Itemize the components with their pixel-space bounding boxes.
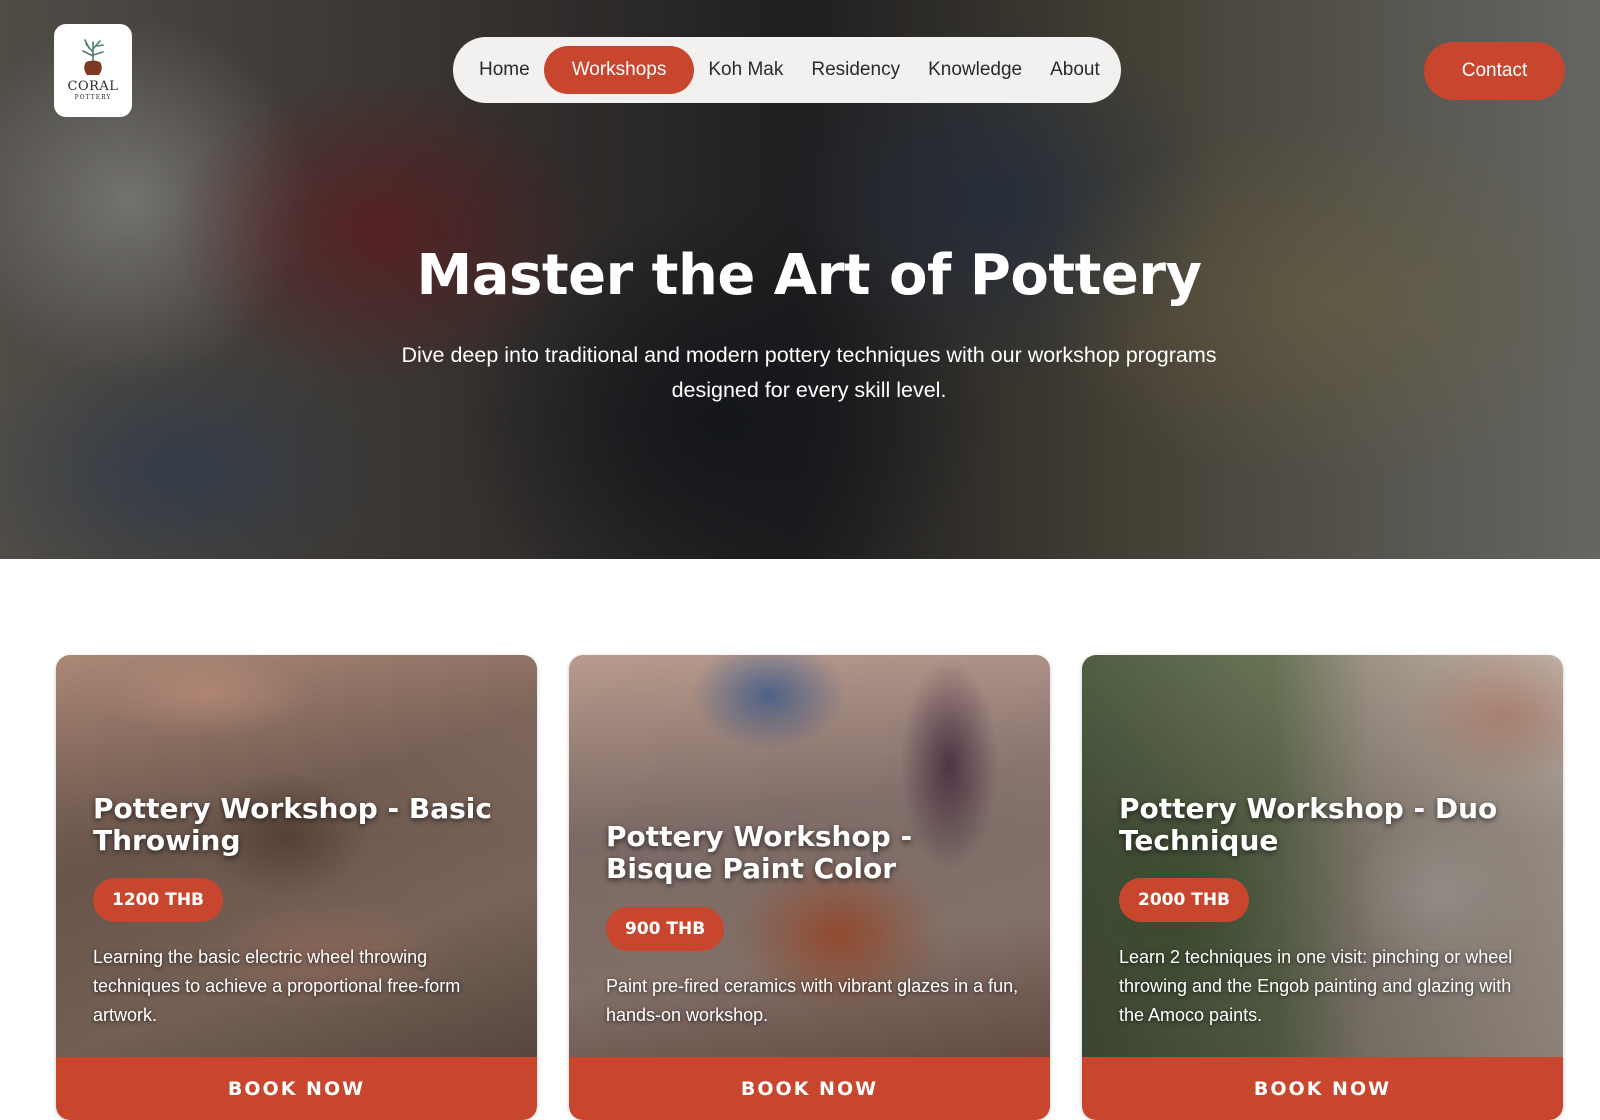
nav-item-workshops[interactable]: Workshops [543,46,695,94]
nav-item-residency[interactable]: Residency [797,46,914,94]
site-logo[interactable]: CORAL POTTERY [54,24,132,117]
workshop-description: Learn 2 techniques in one visit: pinchin… [1119,947,1513,1025]
workshop-description: Learning the basic electric wheel throwi… [93,947,461,1025]
workshop-card-duo-technique: Pottery Workshop - Duo Technique 2000 TH… [1082,655,1563,1120]
hero-subtitle: Dive deep into traditional and modern po… [401,343,1217,402]
book-now-button[interactable]: BOOK NOW [1082,1057,1563,1120]
book-now-button[interactable]: BOOK NOW [569,1057,1050,1120]
workshop-description: Paint pre-fired ceramics with vibrant gl… [606,976,1019,1025]
coral-vase-icon [82,39,104,75]
price-badge: 1200 THB [93,878,224,922]
workshop-card-basic-throwing: Pottery Workshop - Basic Throwing 1200 T… [56,655,537,1120]
nav-item-about[interactable]: About [1036,46,1114,94]
contact-button[interactable]: Contact [1424,42,1565,100]
logo-subtitle: POTTERY [74,94,112,101]
nav-item-koh-mak[interactable]: Koh Mak [694,46,797,94]
book-now-button[interactable]: BOOK NOW [56,1057,537,1120]
main-nav: Home Workshops Koh Mak Residency Knowled… [453,37,1121,103]
workshop-title: Pottery Workshop - Bisque Paint Color [606,820,913,885]
nav-item-home[interactable]: Home [465,46,544,94]
price-badge: 900 THB [606,907,725,951]
logo-wordmark: CORAL [67,79,119,94]
workshop-card-bisque-paint: Pottery Workshop - Bisque Paint Color 90… [569,655,1050,1120]
nav-item-knowledge[interactable]: Knowledge [914,46,1036,94]
workshop-title: Pottery Workshop - Duo Technique [1119,792,1498,857]
hero-title: Master the Art of Pottery [416,243,1202,308]
price-badge: 2000 THB [1119,878,1250,922]
workshop-title: Pottery Workshop - Basic Throwing [93,792,492,857]
